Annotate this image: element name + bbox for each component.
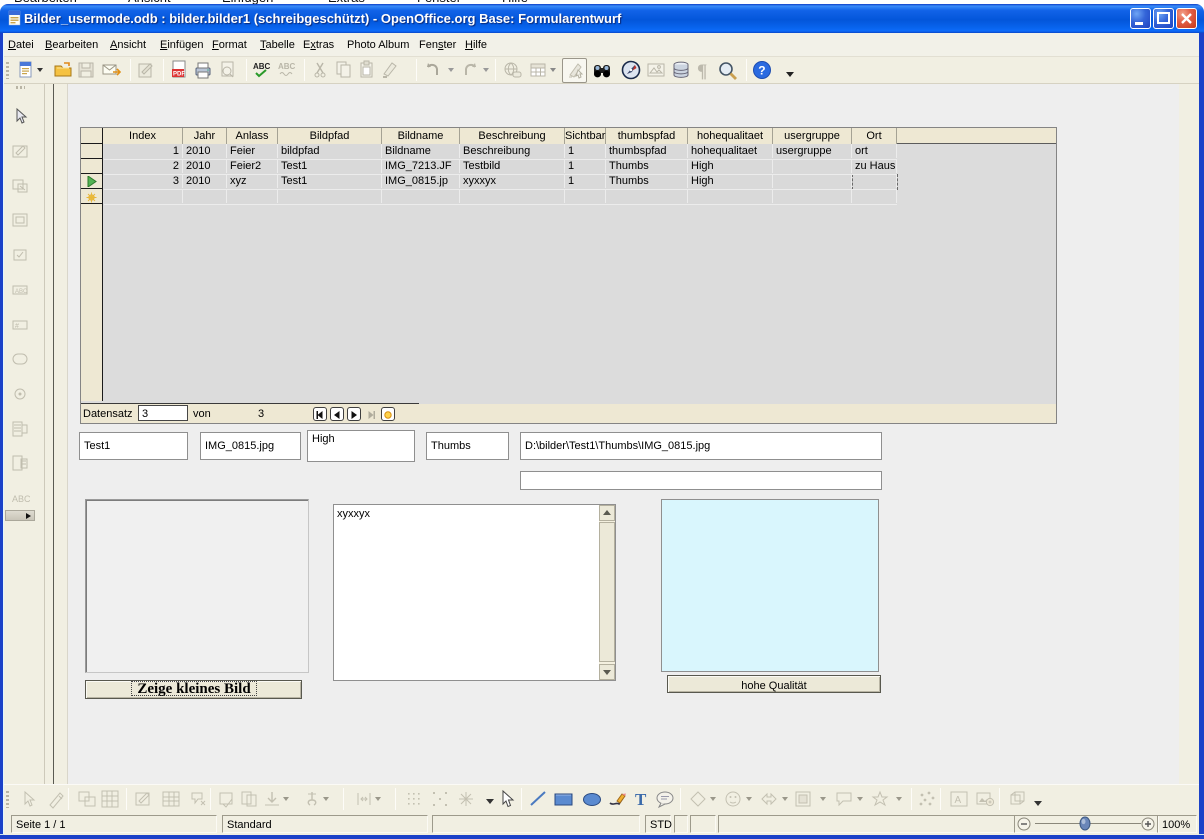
svg-text:#: #	[15, 323, 19, 330]
svg-text:ABC: ABC	[15, 289, 28, 295]
svg-text:PDF: PDF	[173, 72, 185, 78]
svg-text:¶: ¶	[697, 61, 707, 80]
svg-text:A: A	[955, 795, 962, 806]
svg-text:ABC: ABC	[253, 62, 271, 71]
svg-text:?: ?	[758, 64, 765, 78]
svg-text:T: T	[635, 790, 647, 809]
svg-text:ABC: ABC	[278, 62, 296, 71]
svg-text:ABC: ABC	[12, 494, 30, 504]
